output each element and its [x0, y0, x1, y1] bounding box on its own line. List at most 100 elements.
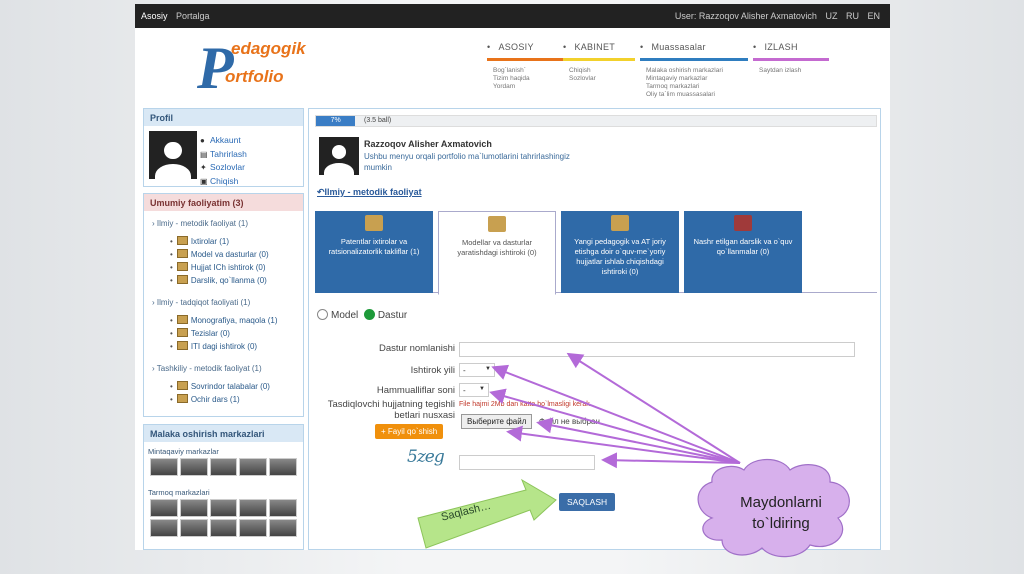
- document-icon: [611, 215, 629, 231]
- lock-icon: ▣: [200, 176, 208, 186]
- presentation-icon: [176, 394, 188, 403]
- dropdown-arrow-icon: ▼: [479, 386, 485, 392]
- menu-izlash[interactable]: IZLASH Saytdan izlash: [753, 42, 829, 75]
- list-item[interactable]: Tezislar (0): [152, 327, 295, 340]
- site-header: P edagogik ortfolio ASOSIY Bog`lanish` T…: [135, 28, 890, 106]
- portfolio-logo[interactable]: P edagogik ortfolio: [193, 30, 313, 100]
- lang-en[interactable]: EN: [867, 11, 880, 21]
- building-thumb[interactable]: [269, 519, 297, 537]
- save-button[interactable]: SAQLASH: [559, 493, 616, 511]
- percent-icon: [176, 341, 188, 350]
- coauthors-label: Hammualliflar soni: [376, 385, 455, 396]
- profile-link-tahrirlash[interactable]: ▤ Tahrirlash: [200, 148, 247, 162]
- captcha-input[interactable]: [459, 455, 595, 470]
- book-icon: [176, 315, 188, 324]
- browser-page: Asosiy Portalga User: Razzoqov Alisher A…: [135, 4, 890, 550]
- radio-model[interactable]: [317, 309, 328, 320]
- building-thumb[interactable]: [179, 499, 208, 517]
- building-thumb[interactable]: [179, 519, 208, 537]
- list-item[interactable]: Ixtirolar (1): [152, 235, 295, 248]
- menu-item-mintaqaviy[interactable]: Mintaqaviy markazlar: [646, 75, 748, 83]
- profile-title: Profil: [144, 109, 303, 126]
- logo-line1: edagogik: [231, 39, 307, 58]
- lang-ru[interactable]: RU: [846, 11, 859, 21]
- section-link[interactable]: ↶Ilmiy - metodik faoliyat: [317, 187, 422, 198]
- menu-kabinet-title[interactable]: KABINET: [563, 42, 635, 52]
- list-item[interactable]: Sovrindor talabalar (0): [152, 380, 295, 393]
- choose-file-button[interactable]: Выберите файл: [461, 414, 533, 429]
- menu-item-boglanish[interactable]: Bog`lanish`: [493, 67, 571, 75]
- menu-izlash-title[interactable]: IZLASH: [753, 42, 829, 52]
- lang-uz[interactable]: UZ: [825, 11, 837, 21]
- menu-kabinet[interactable]: KABINET Chiqish Sozlovlar: [563, 42, 635, 83]
- list-item[interactable]: Ochir dars (1): [152, 393, 295, 406]
- year-label: Ishtirok yili: [410, 365, 455, 376]
- certificate-icon: [365, 215, 383, 231]
- cloud-label: Maydonlarni to`ldiring: [740, 494, 822, 532]
- group-tashkiliy[interactable]: › Tashkiliy - metodik faoliyat (1): [152, 362, 295, 375]
- list-item[interactable]: Hujjat ICh ishtirok (0): [152, 261, 295, 274]
- menu-item-sozlovlar[interactable]: Sozlovlar: [569, 75, 635, 83]
- menu-item-malaka[interactable]: Malaka oshirish markazlari: [646, 67, 748, 75]
- menu-kabinet-bar: [563, 58, 635, 61]
- list-item[interactable]: ITI dagi ishtirok (0): [152, 340, 295, 353]
- top-bar: Asosiy Portalga User: Razzoqov Alisher A…: [135, 4, 890, 28]
- building-thumb[interactable]: [179, 458, 208, 476]
- list-item[interactable]: Darslik, qo`llanma (0): [152, 274, 295, 287]
- user-description: Ushbu menyu orqali portfolio ma`lumotlar…: [364, 152, 570, 172]
- tab-patentlar[interactable]: Patentlar ixtirolar va ratsionalizatorli…: [315, 211, 433, 293]
- building-thumb[interactable]: [209, 458, 238, 476]
- network-label: Tarmoq markazlari: [148, 488, 210, 497]
- building-thumb[interactable]: [239, 458, 268, 476]
- building-thumb[interactable]: [269, 458, 297, 476]
- coauthors-select[interactable]: - ▼: [459, 383, 489, 397]
- activities-title: Umumiy faoliyatim (3): [144, 194, 303, 211]
- menu-item-tarmoq[interactable]: Tarmoq markazlari: [646, 83, 748, 91]
- user-name: Razzoqov Alisher Axmatovich: [364, 139, 492, 149]
- tab-modellar[interactable]: Modellar va dasturlar yaratishdagi ishti…: [438, 211, 556, 295]
- building-thumb[interactable]: [150, 458, 178, 476]
- file-warning: File hajmi 2Mb dan katta bo`lmasligi ker…: [459, 401, 590, 408]
- tab-yangi-pedagogik[interactable]: Yangi pedagogik va AT joriy etishga doir…: [561, 211, 679, 293]
- dropdown-arrow-icon: ▼: [485, 366, 491, 372]
- main-panel: 7% (3.5 ball) Razzoqov Alisher Axmatovic…: [308, 108, 881, 550]
- add-file-button[interactable]: + Fayil qo`shish: [375, 424, 444, 439]
- menu-muassasalar-title[interactable]: Muassasalar: [640, 42, 748, 52]
- document-icon: [176, 236, 188, 245]
- profile-panel: Profil ● Akkaunt ▤ Tahrirlash ✦ Sozlovlar ▣…: [143, 108, 304, 187]
- menu-muassasalar[interactable]: Muassasalar Malaka oshirish markazlari M…: [640, 42, 748, 99]
- captcha-image: 5zeg: [407, 447, 445, 467]
- profile-link-sozlovlar[interactable]: ✦ Sozlovlar: [200, 161, 247, 175]
- group-ilmiy-metodik[interactable]: › Ilmiy - metodik faoliyat (1): [152, 217, 295, 230]
- building-thumb[interactable]: [150, 519, 178, 537]
- regional-thumbs: [144, 458, 303, 476]
- building-thumb[interactable]: [150, 499, 178, 517]
- profile-link-chiqish[interactable]: ▣ Chiqish: [200, 175, 247, 189]
- menu-item-oliy[interactable]: Oliy ta`lim muassasalari: [646, 91, 748, 99]
- building-thumb[interactable]: [239, 519, 268, 537]
- menu-item-izlash[interactable]: Saytdan izlash: [759, 67, 829, 75]
- menu-item-yordam[interactable]: Yordam: [493, 83, 571, 91]
- menu-asosiy-title[interactable]: ASOSIY: [487, 42, 571, 52]
- menu-asosiy[interactable]: ASOSIY Bog`lanish` Tizim haqida Yordam: [487, 42, 571, 91]
- group-ilmiy-tadqiqot[interactable]: › Ilmiy - tadqiqot faoliyati (1): [152, 296, 295, 309]
- menu-asosiy-bar: [487, 58, 571, 61]
- building-thumb[interactable]: [269, 499, 297, 517]
- name-input[interactable]: [459, 342, 855, 357]
- building-thumb[interactable]: [209, 519, 238, 537]
- edit-icon: ▤: [200, 149, 208, 159]
- list-item[interactable]: Monografiya, maqola (1): [152, 314, 295, 327]
- nav-asosiy[interactable]: Asosiy: [141, 11, 168, 21]
- tab-nashr[interactable]: Nashr etilgan darslik va o`quv qo`llanma…: [684, 211, 802, 293]
- profile-link-akkaunt[interactable]: ● Akkaunt: [200, 134, 247, 148]
- year-select[interactable]: - ▼: [459, 363, 495, 377]
- list-item[interactable]: Model va dasturlar (0): [152, 248, 295, 261]
- building-thumb[interactable]: [209, 499, 238, 517]
- menu-item-chiqish[interactable]: Chiqish: [569, 67, 635, 75]
- user-icon: ●: [200, 136, 205, 145]
- menu-item-tizim[interactable]: Tizim haqida: [493, 75, 571, 83]
- nav-portalga[interactable]: Portalga: [176, 11, 210, 21]
- radio-dastur[interactable]: [363, 309, 375, 320]
- centers-title: Malaka oshirish markazlari: [144, 425, 303, 442]
- building-thumb[interactable]: [239, 499, 268, 517]
